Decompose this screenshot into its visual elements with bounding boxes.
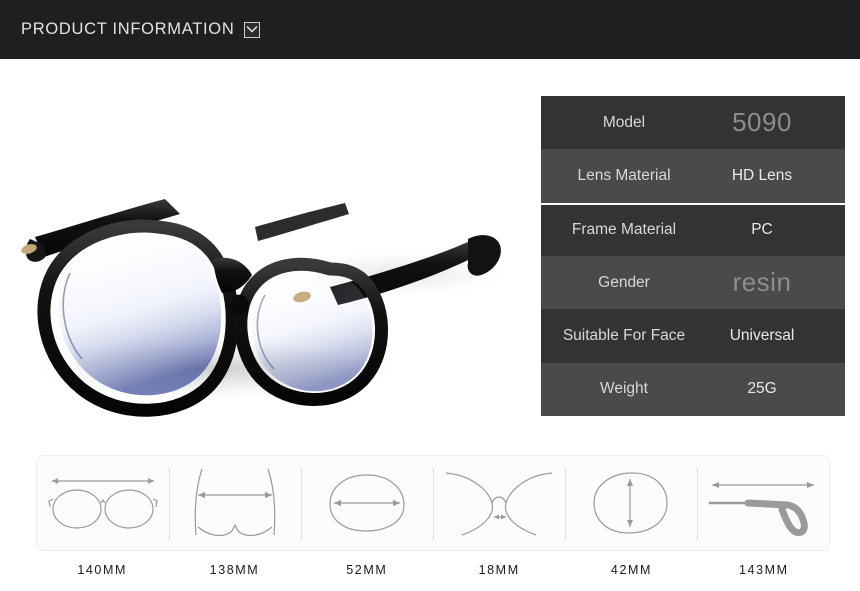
table-row: Frame Material PC: [541, 202, 845, 256]
spec-value: 5090: [732, 107, 792, 138]
measure-label: 52MM: [346, 563, 388, 577]
spec-value: resin: [732, 267, 792, 298]
lens-width-icon: [329, 474, 405, 532]
product-information-page: PRODUCT INFORMATION Model 5090 Lens Mate…: [0, 0, 860, 591]
measure-label: 42MM: [610, 563, 653, 577]
spec-value: 25G: [747, 380, 777, 398]
page-header: PRODUCT INFORMATION: [0, 0, 860, 59]
product-image: [0, 59, 540, 440]
table-row: Model 5090: [541, 96, 845, 150]
measure-cell: [37, 456, 169, 550]
measure-cell: [301, 456, 433, 550]
table-row: Lens Material HD Lens: [541, 149, 845, 203]
measure-label: 143MM: [738, 563, 789, 577]
measurement-diagram-panel: [36, 455, 830, 551]
chevron-down-icon[interactable]: [244, 21, 261, 38]
spec-value: PC: [751, 221, 773, 239]
spec-label: Weight: [600, 380, 648, 398]
table-row: Weight 25G: [541, 362, 845, 416]
spec-label: Gender: [598, 273, 650, 291]
measure-cell: [433, 456, 565, 550]
table-row: Gender resin: [541, 255, 845, 310]
spec-value: HD Lens: [731, 166, 793, 184]
spec-label: Suitable For Face: [562, 326, 686, 344]
spec-label: Model: [602, 113, 646, 131]
frame-front-width-icon: [194, 468, 276, 537]
specification-table: Model 5090 Lens Material HD Lens Frame M…: [541, 96, 845, 416]
measure-cell: [169, 456, 301, 550]
measure-cell: [697, 456, 829, 550]
measure-label: 138MM: [209, 563, 260, 577]
measurement-labels: 140MM 138MM 52MM 18MM 42MM 143MM: [36, 563, 830, 583]
measure-label: 140MM: [77, 563, 127, 577]
bridge-width-icon: [445, 472, 553, 536]
temple-length-icon: [708, 482, 814, 537]
measure-cell: [565, 456, 697, 550]
spec-label: Lens Material: [577, 166, 671, 184]
spec-value: Universal: [729, 326, 795, 344]
measure-label: 18MM: [478, 563, 520, 577]
table-row: Suitable For Face Universal: [541, 309, 845, 363]
spec-label: Frame Material: [571, 221, 677, 239]
page-title: PRODUCT INFORMATION: [21, 20, 235, 38]
frame-total-width-icon: [48, 478, 158, 529]
lens-height-icon: [593, 472, 668, 534]
